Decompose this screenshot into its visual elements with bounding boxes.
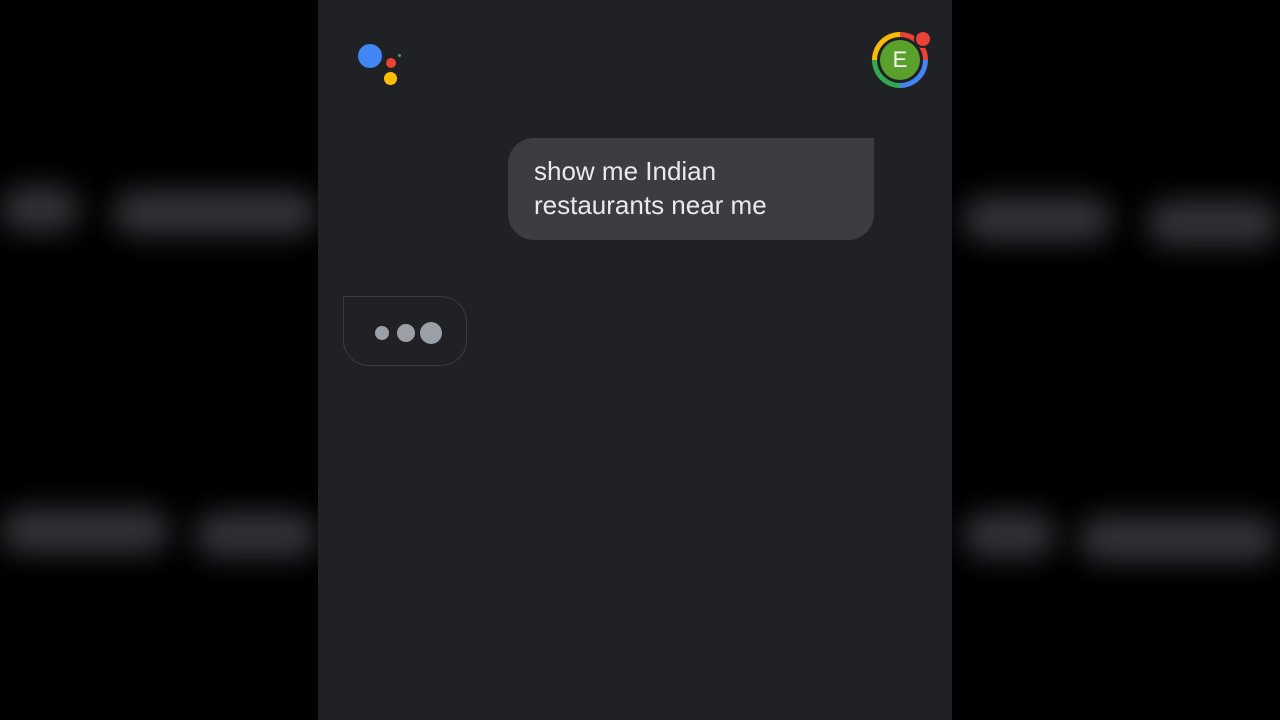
typing-dot [420,322,442,344]
assistant-yellow-dot [384,72,397,85]
typing-dot [375,326,389,340]
user-query-text: show me Indian restaurants near me [534,156,767,220]
google-assistant-icon[interactable] [356,42,406,88]
assistant-blue-dot [358,44,382,68]
avatar-initial: E [880,40,920,80]
account-avatar[interactable]: E [872,30,932,88]
notification-dot [914,30,932,48]
typing-dot [397,324,415,342]
assistant-green-dot [398,54,401,57]
blurred-background-right [952,0,1280,720]
user-query-bubble: show me Indian restaurants near me [508,138,874,240]
assistant-typing-indicator [343,296,467,366]
assistant-screen: E show me Indian restaurants near me [318,0,952,720]
video-frame: E show me Indian restaurants near me [0,0,1280,720]
blurred-background-left [0,0,318,720]
assistant-red-dot [386,58,396,68]
